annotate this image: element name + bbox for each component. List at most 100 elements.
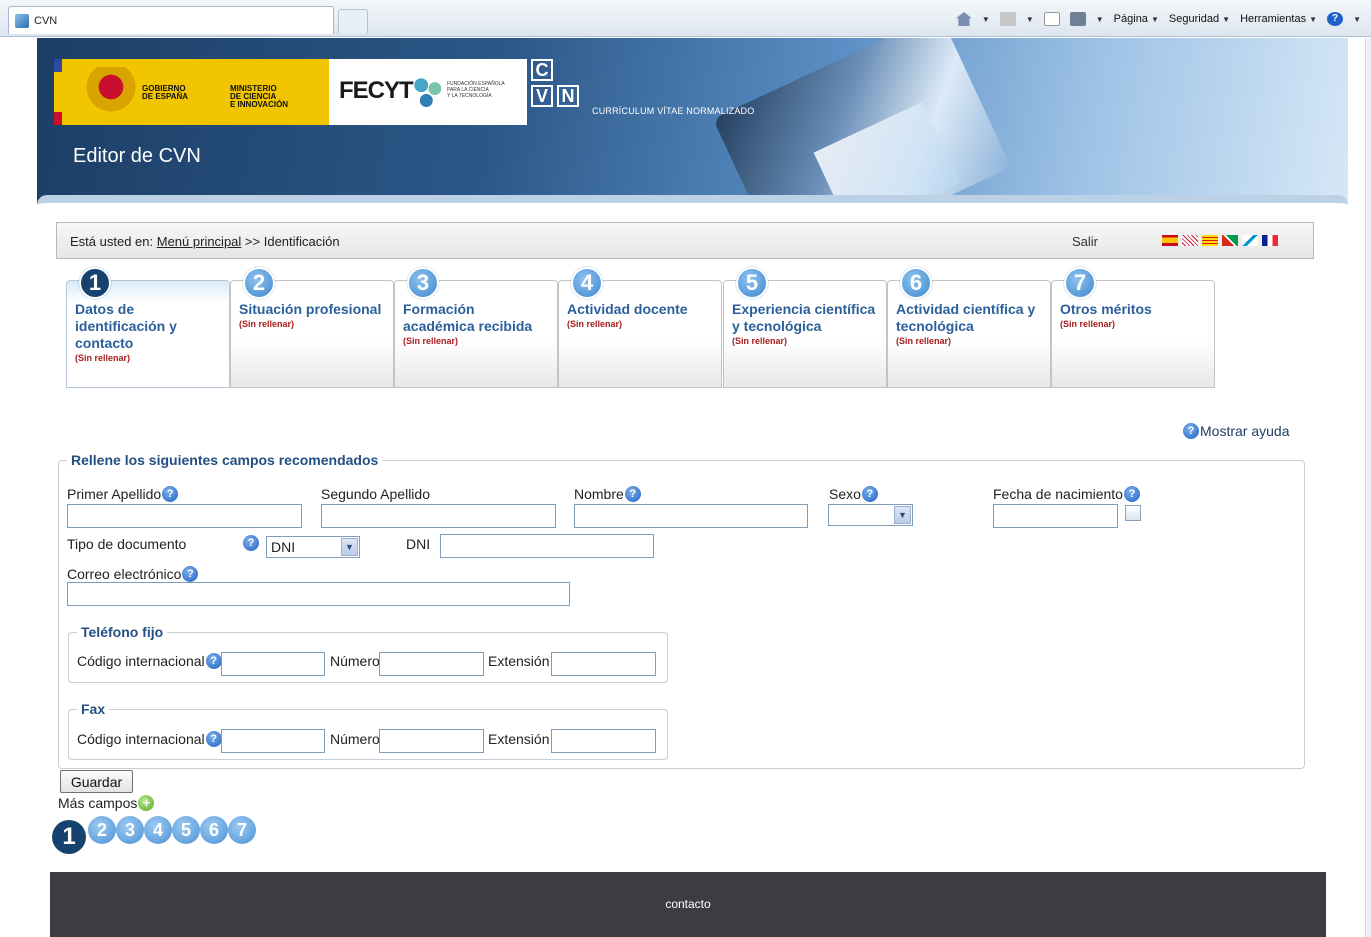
help-icon[interactable]: ?	[182, 566, 199, 582]
more-fields-link[interactable]: Más campos +	[58, 795, 155, 811]
help-icon[interactable]: ?	[243, 535, 259, 551]
tab-datos-identificacion[interactable]: 1 Datos de identificación y contacto (Si…	[66, 267, 230, 388]
phone-intl-label: Código internacional?	[77, 653, 222, 669]
tab-title: Experiencia científica y tecnológica	[732, 301, 876, 334]
second-surname-label: Segundo Apellido	[321, 486, 430, 502]
help-icon[interactable]: ?	[162, 486, 179, 502]
email-input[interactable]	[67, 582, 570, 606]
tab-status: (Sin rellenar)	[403, 336, 459, 346]
tab-otros-meritos[interactable]: 7 Otros méritos (Sin rellenar)	[1051, 267, 1215, 388]
chevron-down-icon: ▼	[341, 538, 358, 556]
birth-date-input[interactable]	[993, 504, 1118, 528]
name-input[interactable]	[574, 504, 808, 528]
help-icon[interactable]: ?	[205, 653, 222, 669]
step-3[interactable]: 3	[116, 816, 144, 844]
flag-ca-icon[interactable]	[1202, 235, 1218, 246]
dni-input[interactable]	[440, 534, 654, 558]
fecyt-dots-icon	[411, 75, 445, 109]
fax-ext-label: Extensión	[488, 731, 550, 747]
sex-select[interactable]: ▼	[828, 504, 913, 526]
tab-status: (Sin rellenar)	[239, 319, 295, 329]
tab-number-6: 6	[900, 267, 932, 299]
scrollbar[interactable]	[1365, 38, 1371, 937]
new-tab-button[interactable]	[338, 9, 368, 33]
tab-status: (Sin rellenar)	[896, 336, 952, 346]
show-help-label: Mostrar ayuda	[1200, 423, 1290, 439]
page-menu[interactable]: Página ▼	[1114, 13, 1159, 25]
contact-link[interactable]: contacto	[50, 897, 1326, 911]
help-icon[interactable]: ?	[1123, 486, 1140, 502]
tab-formacion-academica[interactable]: 3 Formación académica recibida (Sin rell…	[394, 267, 558, 388]
feeds-icon[interactable]	[999, 12, 1016, 26]
name-label: Nombre?	[574, 486, 641, 502]
help-icon[interactable]: ?	[624, 486, 641, 502]
tab-title: Datos de identificación y contacto	[75, 301, 177, 351]
tab-experiencia-cientifica[interactable]: 5 Experiencia científica y tecnológica (…	[723, 267, 887, 388]
home-icon[interactable]	[955, 12, 972, 26]
second-surname-input[interactable]	[321, 504, 556, 528]
eu-flag-strip	[54, 59, 62, 125]
tab-number-2: 2	[243, 267, 275, 299]
fecyt-wordmark: FECYT	[339, 77, 414, 104]
birth-date-label: Fecha de nacimiento?	[993, 486, 1140, 502]
mail-icon[interactable]	[1043, 12, 1060, 26]
fecyt-subtitle: FUNDACIÓN ESPAÑOLA PARA LA CIENCIA Y LA TE…	[447, 81, 505, 99]
flag-es-icon[interactable]	[1162, 235, 1178, 246]
save-button[interactable]: Guardar	[60, 770, 133, 793]
step-7[interactable]: 7	[228, 816, 256, 844]
phone-legend: Teléfono fijo	[77, 624, 168, 640]
help-icon[interactable]: ?	[205, 731, 222, 747]
dni-label: DNI	[406, 536, 431, 552]
ministry-name: MINISTERIO DE CIENCIA E INNOVACIÓN	[230, 84, 289, 109]
phone-ext-input[interactable]	[551, 652, 656, 676]
calendar-icon[interactable]	[1125, 505, 1141, 521]
flag-fr-icon[interactable]	[1262, 235, 1278, 246]
browser-tab[interactable]: CVN	[8, 6, 334, 34]
fax-ext-input[interactable]	[551, 729, 656, 753]
flag-uk-icon[interactable]	[1182, 235, 1198, 246]
step-2[interactable]: 2	[88, 816, 116, 844]
tab-title: Otros méritos	[1060, 301, 1152, 317]
tab-title: Actividad docente	[567, 301, 688, 317]
tab-number-5: 5	[736, 267, 768, 299]
phone-ext-label: Extensión	[488, 653, 550, 669]
logout-link[interactable]: Salir	[1072, 234, 1098, 249]
cvn-letter-v: V	[531, 85, 553, 107]
tab-status: (Sin rellenar)	[1060, 319, 1116, 329]
cvn-caption: CURRÍCULUM VÍTAE NORMALIZADO	[592, 106, 755, 116]
tab-situacion-profesional[interactable]: 2 Situación profesional (Sin rellenar)	[230, 267, 394, 388]
tab-number-3: 3	[407, 267, 439, 299]
print-icon[interactable]	[1069, 12, 1086, 26]
tab-status: (Sin rellenar)	[732, 336, 788, 346]
tab-actividad-cientifica[interactable]: 6 Actividad científica y tecnológica (Si…	[887, 267, 1051, 388]
doc-type-select[interactable]: DNI ▼	[266, 536, 360, 558]
tab-actividad-docente[interactable]: 4 Actividad docente (Sin rellenar)	[558, 267, 722, 388]
fax-number-input[interactable]	[379, 729, 484, 753]
flag-gl-icon[interactable]	[1242, 235, 1258, 246]
help-icon[interactable]: ?	[1327, 12, 1344, 26]
browser-toolbar: CVN ▼ ▼ ▼ Página ▼ Seguridad ▼ Herramien…	[0, 0, 1371, 37]
breadcrumb-link-menu[interactable]: Menú principal	[157, 234, 242, 249]
tab-number-1: 1	[79, 267, 111, 299]
step-6[interactable]: 6	[200, 816, 228, 844]
browser-tab-title: CVN	[34, 14, 58, 27]
phone-number-label: Número	[330, 653, 380, 669]
tab-number-7: 7	[1064, 267, 1096, 299]
fax-legend: Fax	[77, 701, 110, 717]
tab-title: Actividad científica y tecnológica	[896, 301, 1036, 334]
first-surname-input[interactable]	[67, 504, 302, 528]
phone-number-input[interactable]	[379, 652, 484, 676]
show-help-link[interactable]: ? Mostrar ayuda	[1183, 423, 1289, 439]
tools-menu[interactable]: Herramientas ▼	[1240, 13, 1317, 25]
footer: contacto	[50, 872, 1326, 937]
fax-intl-input[interactable]	[221, 729, 325, 753]
command-bar: ▼ ▼ ▼ Página ▼ Seguridad ▼ Herramientas …	[955, 12, 1361, 26]
help-icon[interactable]: ?	[861, 486, 878, 502]
step-5[interactable]: 5	[172, 816, 200, 844]
first-surname-label: Primer Apellido?	[67, 486, 179, 502]
security-menu[interactable]: Seguridad ▼	[1169, 13, 1230, 25]
phone-intl-input[interactable]	[221, 652, 325, 676]
step-1[interactable]: 1	[52, 820, 86, 854]
flag-eu-icon[interactable]	[1222, 235, 1238, 246]
step-4[interactable]: 4	[144, 816, 172, 844]
